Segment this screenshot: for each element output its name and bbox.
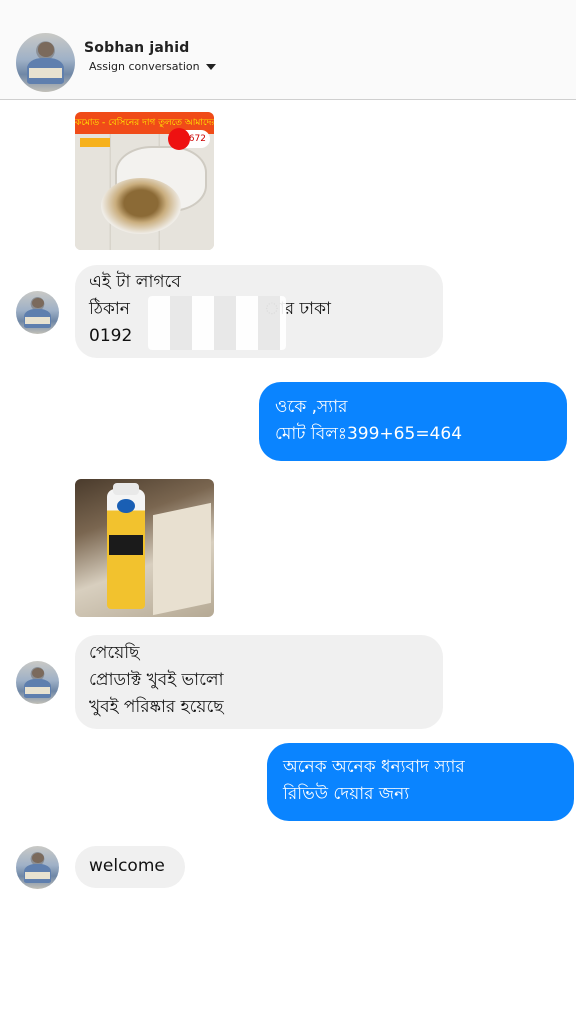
conversation-header: Sobhan jahid Assign conversation [0,0,576,100]
message-image-toilet[interactable]: কমোড - বেসিনের দাগ তুলতে আমাদের 01672 [75,112,214,250]
caret-down-icon [205,63,216,70]
message-line: welcome [89,856,165,876]
phone-icon [168,128,190,150]
message-image-bottle[interactable] [75,479,214,617]
message-line: পেয়েছি [89,643,140,663]
contact-avatar[interactable] [16,33,75,92]
sender-avatar [16,291,59,334]
assign-conversation-label: Assign conversation [89,60,200,73]
message-line: খুবই পরিষ্কার হয়েছে [89,697,224,717]
sender-avatar [16,846,59,889]
message-line: প্রোডাক্ট খুবই ভালো [89,670,224,690]
contact-name[interactable]: Sobhan jahid [84,40,189,56]
message-line: মোট বিলঃ399+65=464 [275,424,463,444]
message-bubble-incoming: পেয়েছি প্রোডাক্ট খুবই ভালো খুবই পরিষ্কা… [75,635,443,729]
assign-conversation-dropdown[interactable]: Assign conversation [89,60,216,73]
image-phone-number: 01672 [168,128,210,150]
message-line: এই টা লাগবে [89,272,181,292]
message-line: ওকে ,স্যার [275,397,348,417]
redacted-area [148,296,286,350]
message-bubble-outgoing: ওকে ,স্যার মোট বিলঃ399+65=464 [259,382,567,461]
sender-avatar [16,661,59,704]
message-line: রিভিউ দেয়ার জন্য [283,784,410,804]
message-bubble-outgoing: অনেক অনেক ধন্যবাদ স্যার রিভিউ দেয়ার জন্… [267,743,574,821]
message-line: অনেক অনেক ধন্যবাদ স্যার [283,757,465,777]
message-bubble-incoming: welcome [75,846,185,888]
